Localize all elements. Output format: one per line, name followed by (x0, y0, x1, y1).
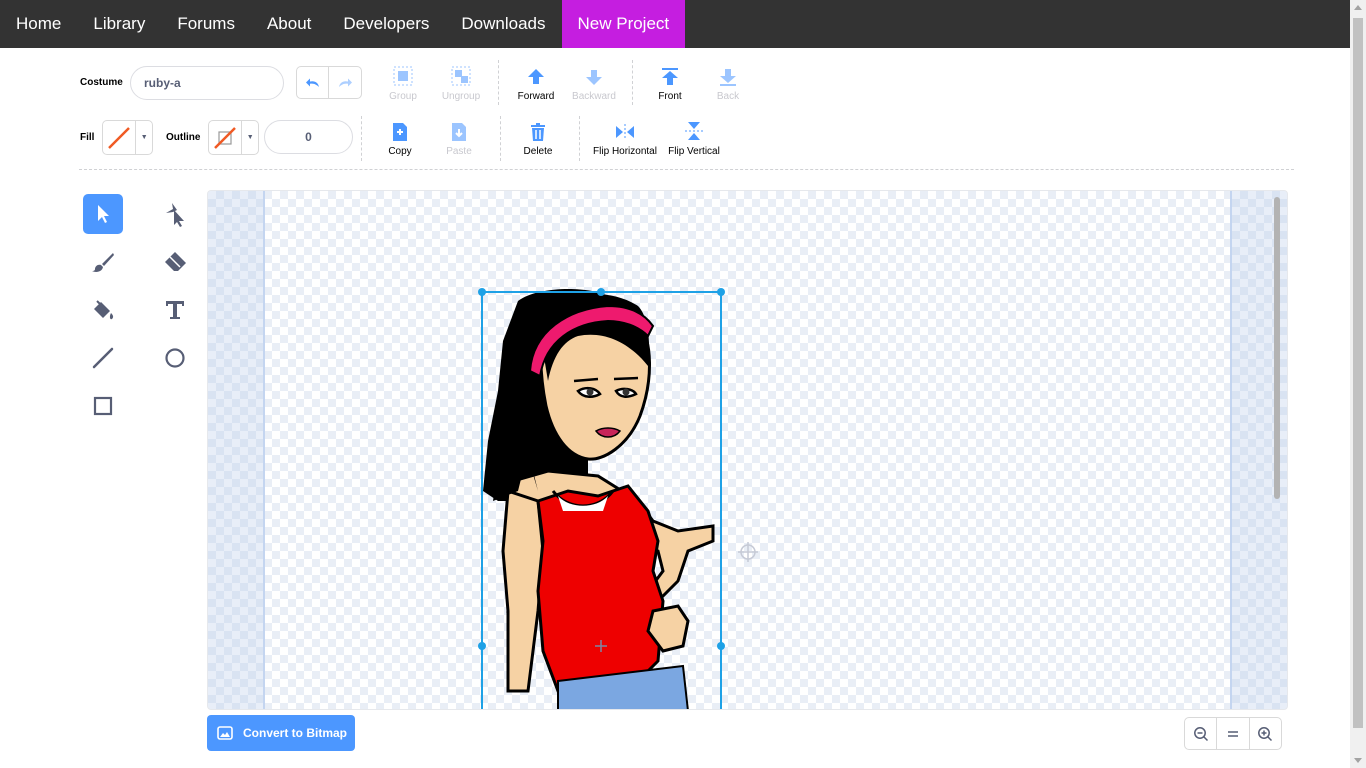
toolbar-bottom-divider (79, 169, 1294, 170)
costume-label: Costume (80, 77, 123, 88)
toolbar-divider (498, 60, 499, 105)
no-fill-swatch-icon (108, 126, 131, 149)
redo-button[interactable] (329, 67, 361, 98)
paint-canvas[interactable] (207, 190, 1288, 710)
reshape-icon (166, 203, 184, 227)
back-button[interactable]: Back (698, 65, 758, 102)
outline-width-input[interactable]: 0 (264, 120, 353, 154)
back-icon (720, 69, 736, 86)
toolbar-divider (500, 116, 501, 161)
nav-about[interactable]: About (251, 0, 327, 48)
zoom-controls (1184, 717, 1282, 750)
nav-new-project[interactable]: New Project (561, 0, 686, 48)
flip-vertical-button[interactable]: Flip Vertical (664, 120, 724, 157)
paste-icon (452, 123, 466, 141)
flip-horizontal-icon (616, 124, 634, 140)
group-icon (393, 66, 413, 86)
trash-icon (531, 123, 545, 141)
paint-bucket-icon (94, 300, 114, 320)
fill-label: Fill (80, 132, 95, 143)
text-tool[interactable] (155, 290, 195, 330)
page-scrollbar[interactable] (1350, 0, 1366, 768)
outline-color-picker[interactable]: ▼ (208, 120, 259, 155)
flip-vertical-icon (685, 122, 703, 140)
redo-icon (339, 78, 352, 87)
top-nav: Home Library Forums About Developers Dow… (0, 0, 1350, 48)
zoom-reset-button[interactable] (1216, 718, 1248, 749)
front-button[interactable]: Front (640, 65, 700, 102)
zoom-out-button[interactable] (1185, 718, 1216, 749)
delete-button[interactable]: Delete (508, 120, 568, 157)
forward-label: Forward (517, 91, 555, 102)
circle-icon (165, 348, 185, 368)
fill-tool[interactable] (83, 290, 123, 330)
group-label: Group (389, 91, 417, 102)
nav-library[interactable]: Library (77, 0, 161, 48)
rectangle-icon (93, 396, 113, 416)
eraser-icon (165, 252, 186, 271)
paste-button[interactable]: Paste (429, 120, 489, 157)
equals-icon (1227, 730, 1238, 737)
scroll-up-arrow[interactable] (1354, 5, 1362, 10)
line-tool[interactable] (83, 338, 123, 378)
zoom-in-icon (1258, 726, 1273, 741)
brush-icon (92, 253, 114, 272)
image-icon (217, 726, 233, 740)
fill-color-picker[interactable]: ▼ (102, 120, 153, 155)
backward-icon (586, 70, 602, 85)
toolbar-divider (361, 116, 362, 161)
chevron-down-icon: ▼ (140, 134, 148, 141)
no-outline-swatch-icon (214, 126, 237, 149)
brush-tool[interactable] (83, 242, 123, 282)
paste-label: Paste (446, 146, 472, 157)
forward-button[interactable]: Forward (506, 65, 566, 102)
text-icon (166, 301, 184, 319)
toolbar-divider (579, 116, 580, 161)
delete-label: Delete (523, 146, 553, 157)
back-label: Back (716, 91, 740, 102)
undo-redo-group (296, 66, 362, 99)
zoom-in-button[interactable] (1248, 718, 1281, 749)
convert-label: Convert to Bitmap (243, 726, 348, 740)
chevron-down-icon: ▼ (246, 134, 254, 141)
ungroup-label: Ungroup (441, 91, 481, 102)
group-button[interactable]: Group (373, 65, 433, 102)
circle-tool[interactable] (155, 338, 195, 378)
copy-icon (393, 123, 407, 141)
convert-to-bitmap-button[interactable]: Convert to Bitmap (207, 715, 355, 751)
front-icon (662, 68, 678, 85)
zoom-out-icon (1193, 726, 1208, 741)
ungroup-button[interactable]: Ungroup (431, 65, 491, 102)
flip-horizontal-label: Flip Horizontal (593, 146, 657, 157)
scroll-down-arrow[interactable] (1354, 758, 1362, 763)
rectangle-tool[interactable] (83, 386, 123, 426)
nav-home[interactable]: Home (0, 0, 77, 48)
undo-button[interactable] (297, 67, 329, 98)
nav-developers[interactable]: Developers (327, 0, 445, 48)
backward-label: Backward (572, 91, 616, 102)
nav-forums[interactable]: Forums (161, 0, 251, 48)
page-scroll-thumb[interactable] (1353, 18, 1363, 728)
copy-label: Copy (388, 146, 412, 157)
front-label: Front (658, 91, 682, 102)
backward-button[interactable]: Backward (564, 65, 624, 102)
toolbar-divider (632, 60, 633, 105)
arrow-cursor-icon (98, 205, 109, 223)
copy-button[interactable]: Copy (370, 120, 430, 157)
eraser-tool[interactable] (155, 242, 195, 282)
line-icon (92, 347, 114, 369)
flip-vertical-label: Flip Vertical (668, 146, 720, 157)
outline-label: Outline (166, 132, 201, 143)
select-tool[interactable] (83, 194, 123, 234)
ungroup-icon (451, 66, 471, 86)
undo-icon (305, 78, 319, 87)
costume-name-input[interactable]: ruby-a (130, 66, 284, 100)
forward-icon (528, 69, 544, 84)
nav-downloads[interactable]: Downloads (445, 0, 561, 48)
reshape-tool[interactable] (155, 194, 195, 234)
flip-horizontal-button[interactable]: Flip Horizontal (593, 120, 657, 157)
costume-artwork[interactable] (208, 191, 1288, 710)
